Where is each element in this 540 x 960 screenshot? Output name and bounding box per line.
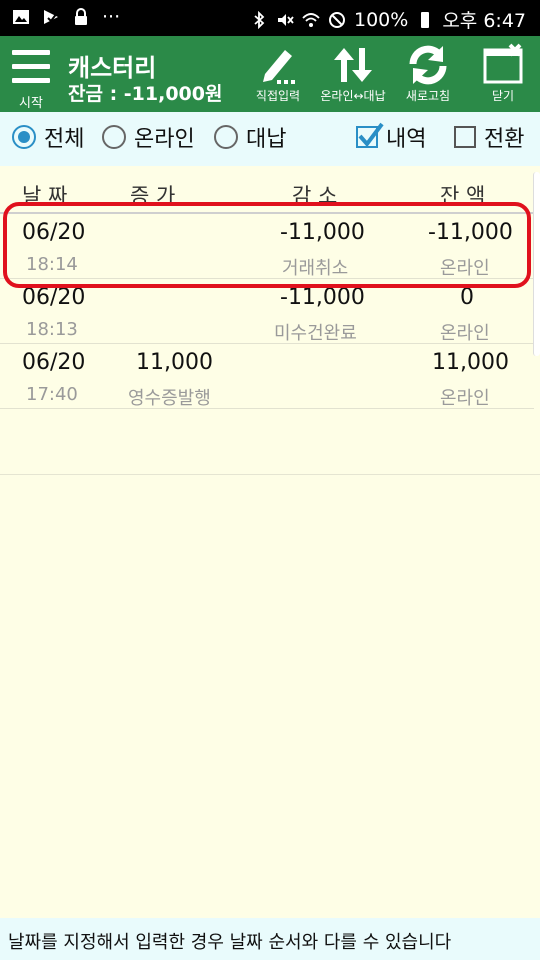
row-date: 06/20 [22, 350, 86, 375]
row-channel: 온라인 [440, 323, 490, 344]
refresh-icon [409, 45, 447, 85]
checkbox-conversion-label: 전환 [484, 127, 525, 152]
no-signal-icon [329, 11, 345, 28]
app-toolbar: 시작 캐스터리 잔금 : -11,000원 직접입력 온라인↔대납 새로고침 닫… [0, 36, 540, 112]
row-note: 미수건완료 [274, 323, 357, 344]
clock: 오후 6:47 [442, 10, 526, 32]
table-row[interactable]: 06/20 18:13 -11,000 미수건완료 0 온라인 [0, 279, 534, 344]
checkbox-conversion[interactable]: 전환 [454, 122, 524, 152]
row-decrease: -11,000 [280, 285, 365, 310]
row-time: 17:40 [26, 384, 78, 405]
more-notifications: ··· [102, 6, 121, 28]
online-offline-toggle-button[interactable]: 온라인↔대납 [316, 40, 390, 110]
filter-bar: 전체 온라인 대납 내역 전환 [0, 112, 540, 166]
lock-icon [75, 8, 87, 25]
status-bar: ··· 100% 오후 6:47 [0, 0, 540, 36]
radio-offline[interactable]: 대납 [214, 122, 286, 152]
radio-online-label: 온라인 [134, 127, 195, 152]
scrollbar[interactable] [533, 172, 540, 356]
hamburger-icon [12, 50, 50, 92]
pencil-icon [263, 50, 295, 84]
battery-percent: 100% [354, 8, 409, 31]
radio-offline-label: 대납 [246, 127, 287, 152]
row-date: 06/20 [22, 285, 86, 310]
checkbox-conversion-box[interactable] [454, 126, 476, 148]
radio-online[interactable]: 온라인 [102, 122, 195, 152]
checkbox-history[interactable]: 내역 [356, 122, 426, 152]
close-button[interactable]: 닫기 [476, 40, 530, 110]
app-title: 캐스터리 [68, 54, 157, 82]
menu-button[interactable]: 시작 [8, 42, 54, 111]
refresh-button[interactable]: 새로고침 [396, 40, 460, 110]
gallery-icon [13, 10, 29, 24]
footer-notice-text: 날짜를 지정해서 입력한 경우 날짜 순서와 다를 수 있습니다 [8, 932, 452, 953]
download-done-icon [44, 10, 58, 24]
radio-all[interactable]: 전체 [12, 122, 84, 152]
radio-offline-indicator[interactable] [214, 125, 238, 149]
radio-all-indicator[interactable] [12, 125, 36, 149]
row-channel: 온라인 [440, 388, 490, 409]
menu-label: 시작 [19, 96, 43, 111]
checkbox-history-box[interactable] [356, 122, 384, 148]
battery-icon [421, 11, 430, 28]
direct-input-button[interactable]: 직접입력 [248, 40, 308, 110]
checkmark-icon [358, 122, 384, 148]
online-offline-label: 온라인↔대납 [320, 89, 386, 103]
bluetooth-icon [254, 10, 265, 29]
swap-arrows-icon [334, 48, 372, 82]
refresh-label: 새로고침 [405, 89, 451, 103]
divider [0, 474, 540, 475]
footer-notice: 날짜를 지정해서 입력한 경우 날짜 순서와 다를 수 있습니다 [0, 918, 540, 960]
row-balance: 11,000 [432, 350, 509, 375]
table-row[interactable]: 06/20 17:40 11,000 영수증발행 11,000 온라인 [0, 344, 534, 409]
row-time: 18:13 [26, 319, 78, 340]
highlight-annotation [3, 202, 531, 288]
close-window-icon [483, 43, 523, 84]
row-increase: 11,000 [136, 350, 213, 375]
balance-text: 잔금 : -11,000원 [68, 83, 223, 105]
close-label: 닫기 [491, 89, 515, 103]
mute-icon [278, 13, 294, 26]
direct-input-label: 직접입력 [255, 89, 301, 103]
row-balance: 0 [460, 285, 474, 310]
checkbox-history-label: 내역 [386, 127, 427, 152]
wifi-icon [302, 12, 320, 27]
radio-all-label: 전체 [44, 127, 85, 152]
radio-online-indicator[interactable] [102, 125, 126, 149]
row-note: 영수증발행 [128, 388, 211, 409]
